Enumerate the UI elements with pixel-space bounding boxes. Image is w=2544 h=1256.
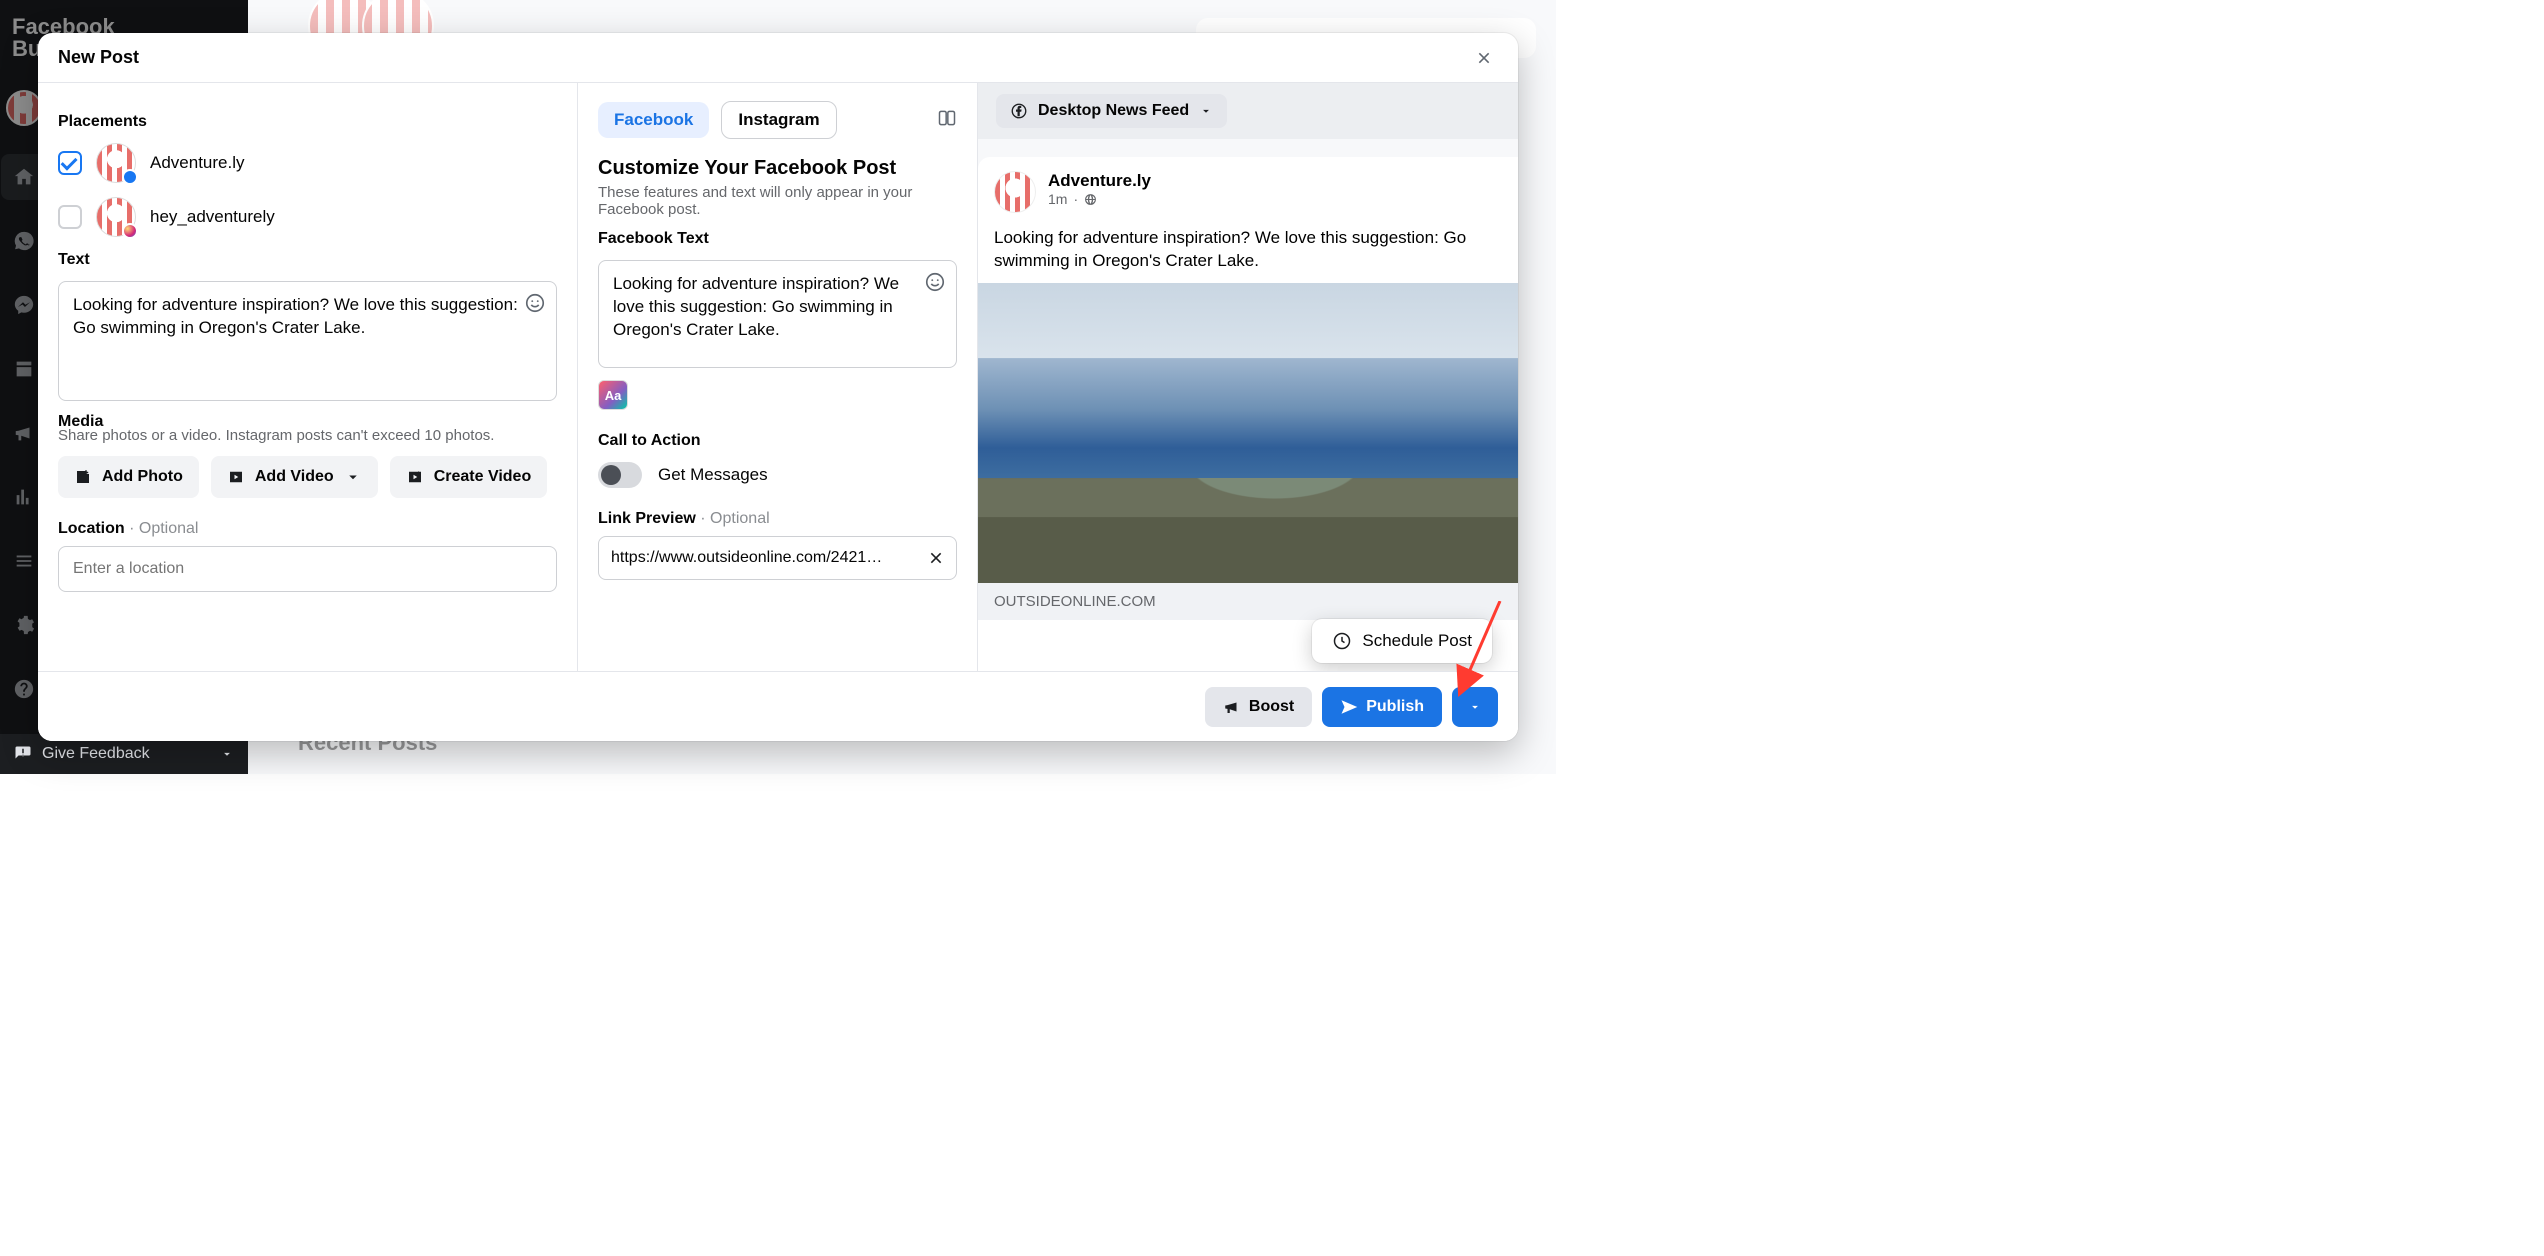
link-preview-value: https://www.outsideonline.com/2421… (611, 549, 882, 567)
media-sublabel: Share photos or a video. Instagram posts… (58, 427, 557, 444)
network-tabs: Facebook Instagram (598, 101, 957, 139)
preview-body-text: Looking for adventure inspiration? We lo… (978, 227, 1518, 283)
photo-plus-icon (74, 468, 92, 486)
boost-label: Boost (1249, 698, 1294, 716)
placements-label: Placements (58, 113, 557, 131)
schedule-popover-label: Schedule Post (1362, 631, 1472, 651)
tab-facebook[interactable]: Facebook (598, 102, 709, 138)
new-post-modal: New Post Placements Adventure.ly hey_adv… (38, 33, 1518, 741)
modal-title: New Post (58, 47, 139, 68)
fb-text-value: Looking for adventure inspiration? We lo… (613, 274, 899, 339)
cta-option-label: Get Messages (658, 465, 768, 485)
emoji-picker-icon[interactable] (924, 271, 946, 293)
preview-avatar (994, 171, 1036, 213)
customize-sub: These features and text will only appear… (598, 184, 957, 218)
publish-button[interactable]: Publish (1322, 687, 1442, 727)
post-text-value: Looking for adventure inspiration? We lo… (73, 295, 518, 337)
customize-heading: Customize Your Facebook Post (598, 157, 957, 180)
globe-icon (1084, 193, 1097, 206)
placement-checkbox-facebook[interactable] (58, 151, 82, 175)
modal-header: New Post (38, 33, 1518, 83)
preview-meta: 1m· (1048, 191, 1151, 207)
fb-text-label: Facebook Text (598, 230, 957, 248)
facebook-circle-icon (1010, 102, 1028, 120)
give-feedback-label: Give Feedback (42, 745, 150, 763)
compare-icon[interactable] (937, 108, 957, 133)
add-photo-button[interactable]: Add Photo (58, 456, 199, 498)
page-avatar-facebook (96, 143, 136, 183)
cta-label: Call to Action (598, 432, 957, 450)
chevron-down-icon (1199, 104, 1213, 118)
cta-toggle[interactable] (598, 462, 642, 488)
post-text-input[interactable]: Looking for adventure inspiration? We lo… (58, 281, 557, 401)
placement-name: Adventure.ly (150, 153, 245, 173)
video-icon (227, 468, 245, 486)
chevron-down-icon (344, 468, 362, 486)
location-input[interactable] (58, 546, 557, 592)
background-color-button[interactable]: Aa (598, 380, 628, 410)
preview-surface-bar: Desktop News Feed (978, 83, 1518, 139)
preview-link-domain: OUTSIDEONLINE.COM (978, 583, 1518, 620)
modal-footer: Boost Publish (38, 671, 1518, 741)
cta-row: Get Messages (598, 462, 957, 488)
placement-row-instagram[interactable]: hey_adventurely (58, 197, 557, 237)
link-preview-label-row: Link Preview · Optional (598, 510, 957, 528)
add-video-label: Add Video (255, 468, 334, 486)
add-photo-label: Add Photo (102, 468, 183, 486)
preview-surface-select[interactable]: Desktop News Feed (996, 94, 1227, 128)
video-create-icon (406, 468, 424, 486)
location-label-row: Location · Optional (58, 520, 557, 538)
compose-panel: Placements Adventure.ly hey_adventurely … (38, 83, 578, 741)
clock-icon (1332, 631, 1352, 651)
add-video-button[interactable]: Add Video (211, 456, 378, 498)
placement-checkbox-instagram[interactable] (58, 205, 82, 229)
publish-label: Publish (1366, 698, 1424, 716)
create-video-label: Create Video (434, 468, 532, 486)
link-preview-input[interactable]: https://www.outsideonline.com/2421… (598, 536, 957, 580)
placement-name: hey_adventurely (150, 207, 275, 227)
preview-surface-label: Desktop News Feed (1038, 102, 1189, 120)
text-label: Text (58, 251, 557, 269)
location-label: Location (58, 520, 125, 537)
link-preview-label: Link Preview (598, 510, 696, 527)
customize-panel: Facebook Instagram Customize Your Facebo… (578, 83, 978, 741)
preview-time: 1m (1048, 191, 1067, 207)
emoji-picker-icon[interactable] (524, 292, 546, 314)
clear-link-icon[interactable] (928, 550, 944, 566)
preview-link-image (978, 283, 1518, 583)
link-preview-optional: · Optional (696, 510, 770, 527)
megaphone-icon (1223, 698, 1241, 716)
page-avatar-instagram (96, 197, 136, 237)
preview-page-name: Adventure.ly (1048, 171, 1151, 191)
send-icon (1340, 698, 1358, 716)
placement-row-facebook[interactable]: Adventure.ly (58, 143, 557, 183)
location-optional: · Optional (125, 520, 199, 537)
schedule-popover[interactable]: Schedule Post (1312, 619, 1492, 663)
fb-text-input[interactable]: Looking for adventure inspiration? We lo… (598, 260, 957, 368)
close-button[interactable] (1470, 44, 1498, 72)
media-buttons: Add Photo Add Video Create Video (58, 456, 557, 498)
chevron-down-icon (1468, 700, 1482, 714)
create-video-button[interactable]: Create Video (390, 456, 548, 498)
publish-more-button[interactable] (1452, 687, 1498, 727)
tab-instagram[interactable]: Instagram (721, 101, 836, 139)
boost-button[interactable]: Boost (1205, 687, 1312, 727)
x-icon (1476, 49, 1492, 67)
